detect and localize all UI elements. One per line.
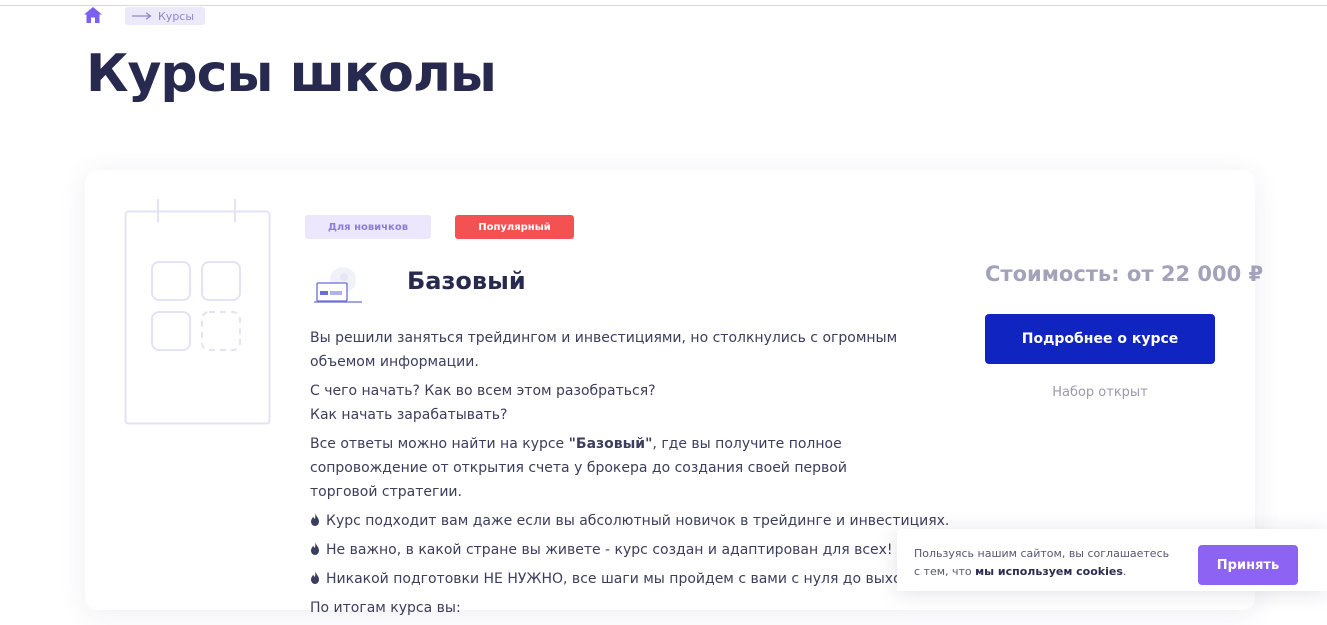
top-divider xyxy=(0,5,1327,6)
breadcrumb-current[interactable]: Курсы xyxy=(158,10,194,23)
home-icon[interactable] xyxy=(84,7,102,23)
accept-cookies-button[interactable]: Принять xyxy=(1198,545,1298,585)
course-name-bold: "Базовый" xyxy=(568,436,653,452)
breadcrumb: Курсы xyxy=(125,7,205,25)
badge-beginners: Для новичков xyxy=(305,215,431,239)
fire-icon xyxy=(311,571,319,584)
benefit-text: Курс подходит вам даже если вы абсолютны… xyxy=(326,513,950,529)
laptop-chart-icon xyxy=(314,267,362,303)
fire-icon xyxy=(311,513,319,526)
description-questions: С чего начать? Как во всем этом разобрат… xyxy=(310,379,910,427)
cookie-banner: Пользуясь нашим сайтом, вы соглашаетесь … xyxy=(897,529,1327,591)
question-line: С чего начать? Как во всем этом разобрат… xyxy=(310,383,656,399)
benefit-item: Никакой подготовки НЕ НУЖНО, все шаги мы… xyxy=(310,567,942,591)
benefit-item: Курс подходит вам даже если вы абсолютны… xyxy=(310,509,949,533)
badge-popular: Популярный xyxy=(455,215,574,239)
course-price: Стоимость: от 22 000 ₽ xyxy=(985,262,1264,286)
enrollment-status: Набор открыт xyxy=(1052,385,1148,400)
description-answer: Все ответы можно найти на курсе "Базовый… xyxy=(310,432,910,504)
benefit-item: Не важно, в какой стране вы живете - кур… xyxy=(310,538,910,562)
page-title: Курсы школы xyxy=(86,44,497,104)
course-description: Вы решили заняться трейдингом и инвестиц… xyxy=(310,326,949,625)
long-arrow-right-icon xyxy=(132,12,152,20)
benefit-text: Не важно, в какой стране вы живете - кур… xyxy=(326,542,893,558)
benefit-text: Никакой подготовки НЕ НУЖНО, все шаги мы… xyxy=(326,571,943,587)
cookie-text: Пользуясь нашим сайтом, вы соглашаетесь … xyxy=(914,545,1176,581)
question-line: Как начать зарабатывать? xyxy=(310,407,508,423)
cookie-period: . xyxy=(1122,565,1127,578)
calendar-grid-icon xyxy=(124,199,271,425)
course-details-button[interactable]: Подробнее о курсе xyxy=(985,314,1215,364)
cookie-policy-link[interactable]: мы используем cookies xyxy=(975,565,1123,578)
fire-icon xyxy=(311,542,319,555)
answer-text: Все ответы можно найти на курсе xyxy=(310,436,569,452)
course-title[interactable]: Базовый xyxy=(407,267,526,295)
description-paragraph: Вы решили заняться трейдингом и инвестиц… xyxy=(310,330,898,370)
outcome-heading: По итогам курса вы: xyxy=(310,600,461,616)
